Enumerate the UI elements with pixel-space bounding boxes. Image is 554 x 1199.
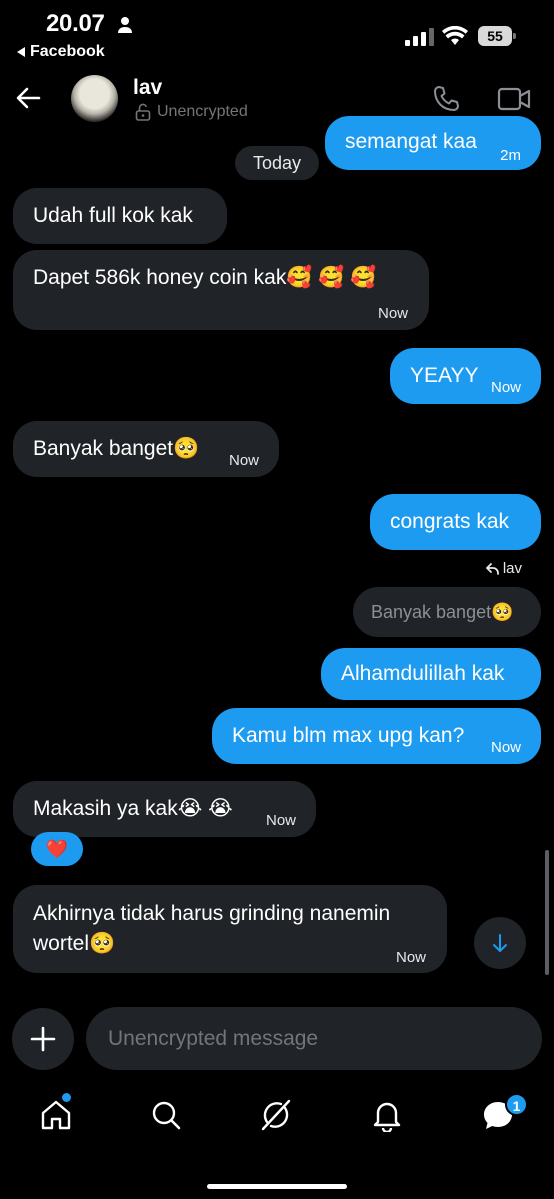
video-call-icon[interactable] <box>497 86 531 112</box>
reply-reference: lav <box>485 560 522 577</box>
encryption-status: Unencrypted <box>135 103 248 121</box>
home-notification-dot <box>61 1092 72 1103</box>
message-bubble-outgoing[interactable]: YEAYY Now <box>390 348 541 404</box>
message-time: Now <box>228 452 259 469</box>
reply-arrow-icon <box>485 562 499 575</box>
phone-icon[interactable] <box>431 84 461 114</box>
message-time: Now <box>377 305 408 322</box>
add-attachment-button[interactable] <box>12 1008 74 1070</box>
scrollbar[interactable] <box>545 850 549 975</box>
message-bubble-incoming[interactable]: Dapet 586k honey coin kak🥰 🥰 🥰 Now <box>13 250 429 330</box>
encryption-label: Unencrypted <box>157 103 248 120</box>
message-bubble-incoming[interactable]: Makasih ya kak😭 😭 Now <box>13 781 316 837</box>
message-time: Now <box>490 739 521 756</box>
message-text: Banyak banget🥺 <box>33 437 200 460</box>
date-separator: Today <box>235 146 319 180</box>
message-text: congrats kak <box>390 510 510 533</box>
message-text: Makasih ya kak😭 😭 <box>33 797 233 820</box>
home-indicator <box>207 1184 347 1189</box>
battery-icon: 55 <box>478 26 516 46</box>
back-arrow-icon[interactable] <box>14 84 42 112</box>
messages-badge: 1 <box>505 1093 528 1116</box>
message-time: Now <box>265 812 296 829</box>
contact-avatar[interactable] <box>71 75 118 122</box>
message-text-line2: wortel🥺 <box>33 932 116 955</box>
message-text: Kamu blm max upg kan? <box>232 724 465 747</box>
message-bubble-outgoing[interactable]: Kamu blm max upg kan? Now <box>212 708 541 764</box>
message-text: YEAYY <box>410 364 479 387</box>
heart-reaction[interactable]: ❤️ <box>31 832 83 866</box>
message-bubble-incoming[interactable]: Banyak banget🥺 Now <box>13 421 279 477</box>
unlock-icon <box>135 103 151 121</box>
back-app-label: Facebook <box>30 43 105 60</box>
home-icon[interactable] <box>39 1098 73 1132</box>
message-bubble-outgoing[interactable]: congrats kak <box>370 494 541 550</box>
message-time: Now <box>395 949 426 966</box>
scroll-to-bottom-button[interactable] <box>474 917 526 969</box>
message-bubble-outgoing[interactable]: semangat kaa 2m <box>325 116 541 170</box>
wifi-icon <box>442 26 468 45</box>
grok-icon[interactable] <box>259 1098 293 1132</box>
message-text: Akhirnya tidak harus grinding nanemin <box>33 902 391 925</box>
bell-icon[interactable] <box>370 1098 404 1132</box>
battery-level: 55 <box>478 26 512 46</box>
message-input[interactable] <box>86 1007 542 1070</box>
person-icon <box>118 17 132 33</box>
status-time: 20.07 <box>46 10 105 37</box>
back-to-app-link[interactable]: Facebook <box>17 43 105 61</box>
message-text: semangat kaa <box>345 130 477 153</box>
message-text: Dapet 586k honey coin kak🥰 🥰 🥰 <box>33 266 377 289</box>
message-text: Alhamdulillah kak <box>341 662 505 685</box>
message-time: 2m <box>500 147 521 164</box>
reply-to-name: lav <box>502 560 522 577</box>
quoted-message[interactable]: Banyak banget🥺 <box>353 587 541 637</box>
contact-name[interactable]: lav <box>133 76 162 100</box>
message-bubble-incoming[interactable]: Udah full kok kak <box>13 188 227 244</box>
message-bubble-outgoing[interactable]: Alhamdulillah kak <box>321 648 541 700</box>
arrow-down-icon <box>493 934 507 952</box>
message-bubble-incoming[interactable]: Akhirnya tidak harus grinding nanemin wo… <box>13 885 447 973</box>
message-time: Now <box>490 379 521 396</box>
plus-icon <box>30 1026 56 1052</box>
search-icon[interactable] <box>149 1098 183 1132</box>
message-text: Udah full kok kak <box>33 204 193 227</box>
signal-icon <box>405 28 434 46</box>
back-triangle-icon <box>17 47 25 57</box>
